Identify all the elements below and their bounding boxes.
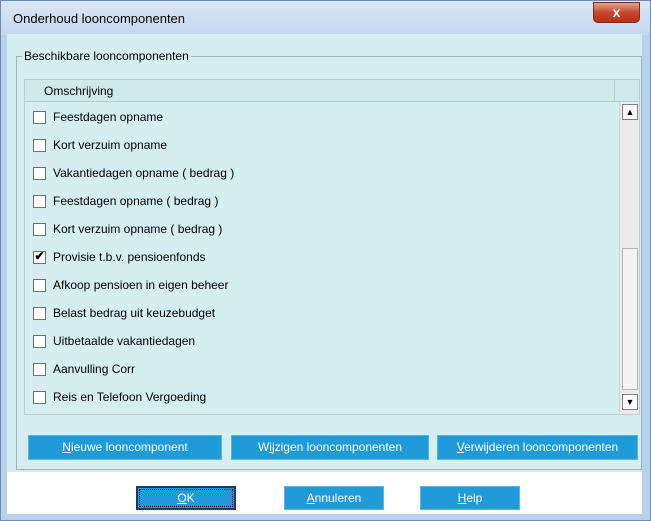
row-checkbox[interactable] <box>33 391 46 404</box>
row-checkbox[interactable] <box>33 167 46 180</box>
row-checkbox[interactable] <box>33 195 46 208</box>
title-bar: Onderhoud looncomponenten x <box>1 1 650 35</box>
row-checkbox[interactable] <box>33 111 46 124</box>
window-title: Onderhoud looncomponenten <box>13 11 186 26</box>
list-item[interactable]: Reis en Telefoon Vergoeding <box>25 382 619 410</box>
delete-components-button[interactable]: Verwijderen looncomponenten <box>437 435 638 460</box>
list-item-label: Uitbetaalde vakantiedagen <box>53 334 196 348</box>
list-item-label: Belast bedrag uit keuzebudget <box>53 306 216 320</box>
groupbox-label: Beschikbare looncomponenten <box>22 49 191 63</box>
cancel-button[interactable]: Annuleren <box>284 486 384 510</box>
list-item-label: Provisie t.b.v. pensioenfonds <box>53 250 206 264</box>
checkmark-icon: ✔ <box>34 249 45 263</box>
close-button[interactable]: x <box>593 2 640 23</box>
list-item[interactable]: Kort verzuim opname <box>25 130 619 158</box>
list-item[interactable]: Aanvulling Corr <box>25 354 619 382</box>
list-item-label: Aanvulling Corr <box>53 362 136 376</box>
new-component-button[interactable]: Nieuwe looncomponent <box>28 435 222 460</box>
list-item[interactable]: Belast bedrag uit keuzebudget <box>25 298 619 326</box>
list-item[interactable]: Uitbetaalde vakantiedagen <box>25 326 619 354</box>
row-checkbox[interactable] <box>33 335 46 348</box>
list-item-label: Feestdagen opname <box>53 110 164 124</box>
column-header-omschrijving[interactable]: Omschrijving <box>25 80 615 101</box>
scroll-up-button[interactable]: ▲ <box>622 104 638 120</box>
scroll-thumb[interactable] <box>622 248 638 390</box>
row-checkbox[interactable] <box>33 279 46 292</box>
arrow-down-icon: ▼ <box>625 397 635 407</box>
list-item[interactable]: Vakantiedagen opname ( bedrag ) <box>25 158 619 186</box>
row-checkbox[interactable]: ✔ <box>33 249 46 264</box>
list-item[interactable]: Afkoop pensioen in eigen beheer <box>25 270 619 298</box>
list-item-label: Feestdagen opname ( bedrag ) <box>53 194 219 208</box>
list-item-label: Reis en Telefoon Vergoeding <box>53 390 207 404</box>
component-list: Omschrijving Feestdagen opname Kort verzu… <box>24 79 640 415</box>
list-item-label: Kort verzuim opname ( bedrag ) <box>53 222 223 236</box>
column-header-label: Omschrijving <box>44 84 114 98</box>
list-item[interactable]: Feestdagen opname ( bedrag ) <box>25 186 619 214</box>
ok-button[interactable]: OK <box>136 486 236 510</box>
list-item[interactable]: Kort verzuim opname ( bedrag ) <box>25 214 619 242</box>
row-checkbox[interactable] <box>33 223 46 236</box>
edit-components-button[interactable]: Wijzigen looncomponenten <box>231 435 429 460</box>
close-icon: x <box>612 4 621 20</box>
list-header: Omschrijving <box>25 80 639 102</box>
list-item-label: Kort verzuim opname <box>53 138 168 152</box>
row-checkbox[interactable] <box>33 139 46 152</box>
arrow-up-icon: ▲ <box>625 107 635 117</box>
list-item[interactable]: Feestdagen opname <box>25 102 619 130</box>
row-checkbox[interactable] <box>33 307 46 320</box>
list-item-label: Afkoop pensioen in eigen beheer <box>53 278 229 292</box>
row-checkbox[interactable] <box>33 363 46 376</box>
vertical-scrollbar[interactable]: ▲ ▼ <box>619 102 639 414</box>
help-button[interactable]: Help <box>420 486 520 510</box>
list-item[interactable]: ✔ Provisie t.b.v. pensioenfonds <box>25 242 619 270</box>
scroll-down-button[interactable]: ▼ <box>622 394 638 410</box>
list-item-label: Vakantiedagen opname ( bedrag ) <box>53 166 235 180</box>
